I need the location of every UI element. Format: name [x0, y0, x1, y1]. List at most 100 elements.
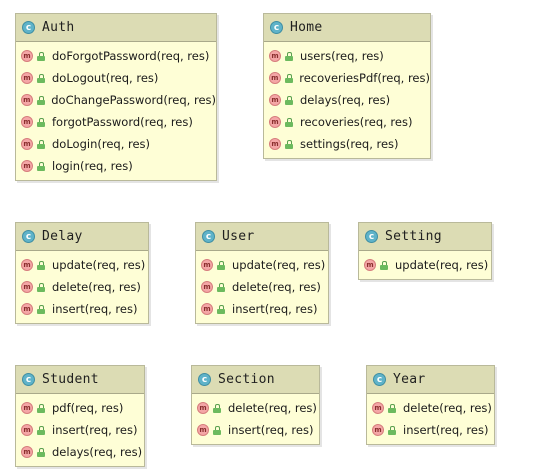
public-lock-icon: [217, 282, 226, 292]
class-header[interactable]: c User: [196, 223, 328, 251]
method-row[interactable]: m delays(req, res): [264, 89, 430, 111]
method-row[interactable]: m delete(req, res): [16, 276, 148, 298]
public-lock-icon: [37, 304, 46, 314]
class-header[interactable]: c Home: [264, 14, 430, 42]
method-row[interactable]: m users(req, res): [264, 45, 430, 67]
method-icon: m: [21, 94, 33, 106]
class-header[interactable]: c Student: [16, 366, 144, 394]
class-year[interactable]: c Year m delete(req, res) m insert(req, re…: [366, 365, 495, 445]
method-row[interactable]: m login(req, res): [16, 155, 216, 177]
public-lock-icon: [37, 447, 46, 457]
public-lock-icon: [388, 425, 397, 435]
method-label: doLogout(req, res): [52, 71, 159, 85]
public-lock-icon: [37, 117, 46, 127]
method-row[interactable]: m doChangePassword(req, res): [16, 89, 216, 111]
public-lock-icon: [37, 260, 46, 270]
class-auth[interactable]: c Auth m doForgotPassword(req, res) m doLo…: [15, 13, 217, 181]
method-label: delete(req, res): [403, 401, 492, 415]
class-name: Student: [42, 372, 99, 387]
public-lock-icon: [37, 73, 46, 83]
method-label: doForgotPassword(req, res): [52, 49, 210, 63]
public-lock-icon: [213, 403, 222, 413]
class-student[interactable]: c Student m pdf(req, res) m insert(req, re…: [15, 365, 145, 467]
method-row[interactable]: m doForgotPassword(req, res): [16, 45, 216, 67]
method-label: delete(req, res): [228, 401, 317, 415]
method-row[interactable]: m insert(req, res): [16, 298, 148, 320]
method-row[interactable]: m pdf(req, res): [16, 397, 144, 419]
method-row[interactable]: m update(req, res): [16, 254, 148, 276]
method-icon: m: [269, 138, 281, 150]
method-row[interactable]: m delete(req, res): [192, 397, 319, 419]
method-row[interactable]: m doLogout(req, res): [16, 67, 216, 89]
class-header[interactable]: c Year: [367, 366, 494, 394]
method-label: users(req, res): [300, 49, 384, 63]
method-row[interactable]: m settings(req, res): [264, 133, 430, 155]
public-lock-icon: [37, 161, 46, 171]
class-icon: c: [373, 373, 386, 386]
public-lock-icon: [217, 304, 226, 314]
method-row[interactable]: m delete(req, res): [196, 276, 328, 298]
method-label: delays(req, res): [300, 93, 391, 107]
public-lock-icon: [36, 95, 46, 105]
class-setting[interactable]: c Setting m update(req, res): [358, 222, 492, 280]
method-label: recoveriesPdf(req, res): [299, 71, 430, 85]
method-label: insert(req, res): [52, 302, 138, 316]
method-label: update(req, res): [232, 258, 326, 272]
method-label: update(req, res): [52, 258, 146, 272]
class-name: Section: [218, 372, 275, 387]
method-row[interactable]: m insert(req, res): [367, 419, 494, 441]
public-lock-icon: [380, 260, 389, 270]
method-icon: m: [372, 424, 384, 436]
method-label: doChangePassword(req, res): [51, 93, 216, 107]
method-row[interactable]: m update(req, res): [359, 254, 491, 276]
method-icon: m: [21, 50, 33, 62]
class-name: Home: [290, 20, 323, 35]
method-row[interactable]: m recoveries(req, res): [264, 111, 430, 133]
method-row[interactable]: m delays(req, res): [16, 441, 144, 463]
method-icon: m: [269, 72, 281, 84]
class-delay[interactable]: c Delay m update(req, res) m delete(req, r…: [15, 222, 149, 324]
method-row[interactable]: m update(req, res): [196, 254, 328, 276]
public-lock-icon: [285, 95, 294, 105]
method-row[interactable]: m insert(req, res): [196, 298, 328, 320]
method-label: delays(req, res): [52, 445, 143, 459]
class-name: Year: [393, 372, 426, 387]
class-header[interactable]: c Auth: [16, 14, 216, 42]
class-user[interactable]: c User m update(req, res) m delete(req, re…: [195, 222, 329, 324]
method-icon: m: [21, 160, 33, 172]
method-icon: m: [269, 94, 281, 106]
method-icon: m: [21, 116, 33, 128]
method-label: insert(req, res): [232, 302, 318, 316]
class-icon: c: [202, 230, 215, 243]
class-header[interactable]: c Delay: [16, 223, 148, 251]
method-label: delete(req, res): [52, 280, 141, 294]
method-icon: m: [21, 303, 33, 315]
class-name: User: [222, 229, 255, 244]
class-section[interactable]: c Section m delete(req, res) m insert(req,…: [191, 365, 320, 445]
method-icon: m: [21, 402, 33, 414]
method-icon: m: [269, 50, 281, 62]
public-lock-icon: [37, 403, 46, 413]
class-icon: c: [365, 230, 378, 243]
method-row[interactable]: m delete(req, res): [367, 397, 494, 419]
class-home[interactable]: c Home m users(req, res) m recoveriesPdf(r…: [263, 13, 431, 159]
class-icon: c: [22, 373, 35, 386]
method-label: doLogin(req, res): [52, 137, 151, 151]
method-label: settings(req, res): [300, 137, 399, 151]
method-row[interactable]: m forgotPassword(req, res): [16, 111, 216, 133]
method-label: insert(req, res): [52, 423, 138, 437]
method-icon: m: [197, 424, 209, 436]
method-label: recoveries(req, res): [300, 115, 413, 129]
class-header[interactable]: c Section: [192, 366, 319, 394]
public-lock-icon: [284, 73, 294, 83]
class-name: Setting: [385, 229, 442, 244]
class-header[interactable]: c Setting: [359, 223, 491, 251]
method-row[interactable]: m doLogin(req, res): [16, 133, 216, 155]
method-row[interactable]: m recoveriesPdf(req, res): [264, 67, 430, 89]
class-icon: c: [22, 230, 35, 243]
method-row[interactable]: m insert(req, res): [16, 419, 144, 441]
method-icon: m: [201, 281, 213, 293]
public-lock-icon: [37, 139, 46, 149]
method-row[interactable]: m insert(req, res): [192, 419, 319, 441]
class-icon: c: [270, 21, 283, 34]
